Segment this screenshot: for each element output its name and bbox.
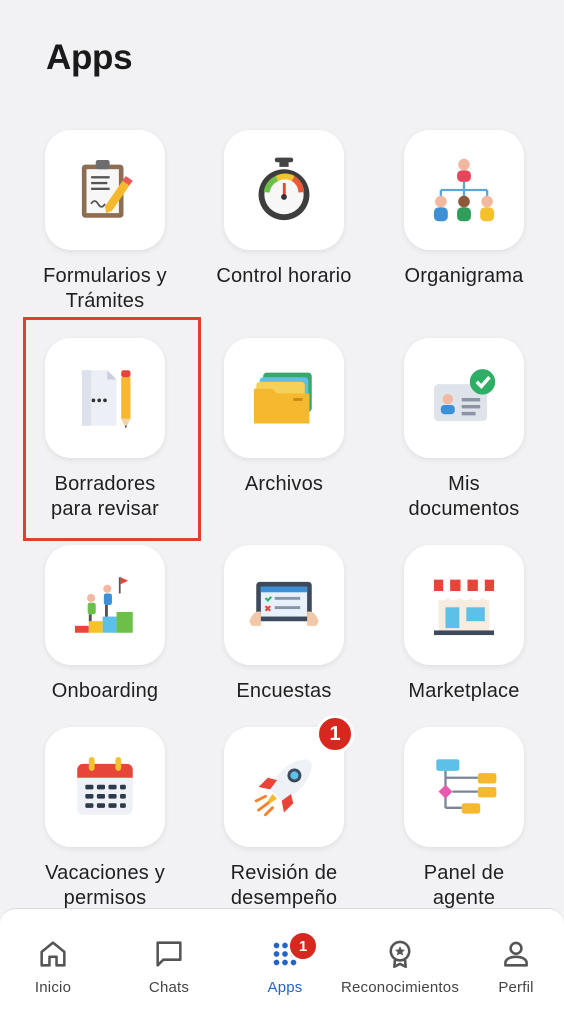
app-label: Control horario [216,265,352,287]
app-label: Vacaciones y permisos [45,862,165,909]
chat-icon [156,941,182,967]
person-icon [504,941,528,967]
bottom-nav: Inicio Chats 1 Apps Reconocimientos Perf… [0,908,564,1019]
app-encuestas[interactable]: Encuestas [194,545,374,704]
app-label: Onboarding [51,680,159,702]
app-label: Mis documentos [408,473,520,520]
nav-label: Perfil [498,979,534,996]
app-label: Panel de agente [423,862,505,909]
app-formularios[interactable]: Formularios y Trámites [15,130,195,314]
flowchart-icon [436,759,497,814]
nav-label: Chats [148,979,190,996]
tablet-survey-icon [249,581,319,626]
app-label: Revisión de desempeño [230,862,338,909]
app-marketplace[interactable]: Marketplace [374,545,554,704]
app-onboarding[interactable]: Onboarding [15,545,195,704]
nav-reconocimientos[interactable]: Reconocimientos [330,909,470,1009]
app-borradores[interactable]: Borradores para revisar [15,338,195,522]
home-icon [40,941,66,967]
draft-document-pencil-icon [81,370,131,429]
app-label: Borradores para revisar [51,473,159,520]
app-archivos[interactable]: Archivos [194,338,374,497]
app-vacaciones[interactable]: Vacaciones y permisos [15,727,195,911]
app-label: Formularios y Trámites [43,265,167,312]
app-panel-agente[interactable]: Panel de agente [374,727,554,911]
nav-label: Apps [267,979,303,996]
page-title: Apps [46,38,133,77]
climbing-steps-icon [74,577,133,633]
clipboard-form-icon [81,159,133,218]
nav-label: Inicio [34,979,72,996]
app-organigrama[interactable]: Organigrama [374,130,554,289]
app-label: Organigrama [404,265,524,287]
app-revision-desempeno[interactable]: 1 Revisión de desempeño [194,715,374,911]
nav-chats[interactable]: Chats [130,909,208,1009]
rocket-icon [254,759,312,817]
notification-badge: 1 [316,715,354,753]
stopwatch-icon [258,157,310,221]
award-icon [389,940,411,969]
app-label: Marketplace [408,680,520,702]
notification-badge: 1 [288,931,318,961]
nav-apps[interactable]: 1 Apps [246,909,324,1009]
org-chart-icon [433,158,495,222]
nav-inicio[interactable]: Inicio [14,909,92,1009]
nav-label: Reconocimientos [340,979,460,996]
app-label: Encuestas [236,680,332,702]
calendar-icon [77,756,133,815]
storefront-icon [433,579,495,636]
app-label: Archivos [244,473,324,495]
folder-icon [253,372,312,424]
app-mis-documentos[interactable]: Mis documentos [374,338,554,522]
app-control-horario[interactable]: Control horario [194,130,374,289]
id-card-check-icon [433,369,496,422]
nav-perfil[interactable]: Perfil [478,909,554,1009]
